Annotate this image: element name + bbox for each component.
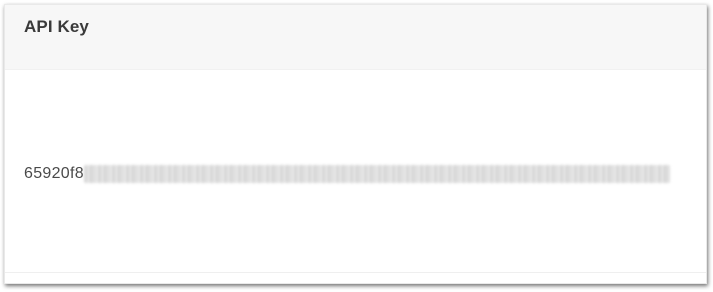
api-key-prefix: 65920f8 — [24, 165, 84, 182]
card-title: API Key — [24, 17, 89, 36]
api-key-card: API Key 65920f8 — [4, 4, 707, 284]
card-header: API Key — [5, 5, 706, 69]
api-key-redacted-blur — [83, 165, 670, 183]
card-body: 65920f8 — [5, 69, 706, 273]
api-key-value[interactable]: 65920f8 — [24, 163, 670, 185]
page: API Key 65920f8 — [0, 0, 713, 292]
